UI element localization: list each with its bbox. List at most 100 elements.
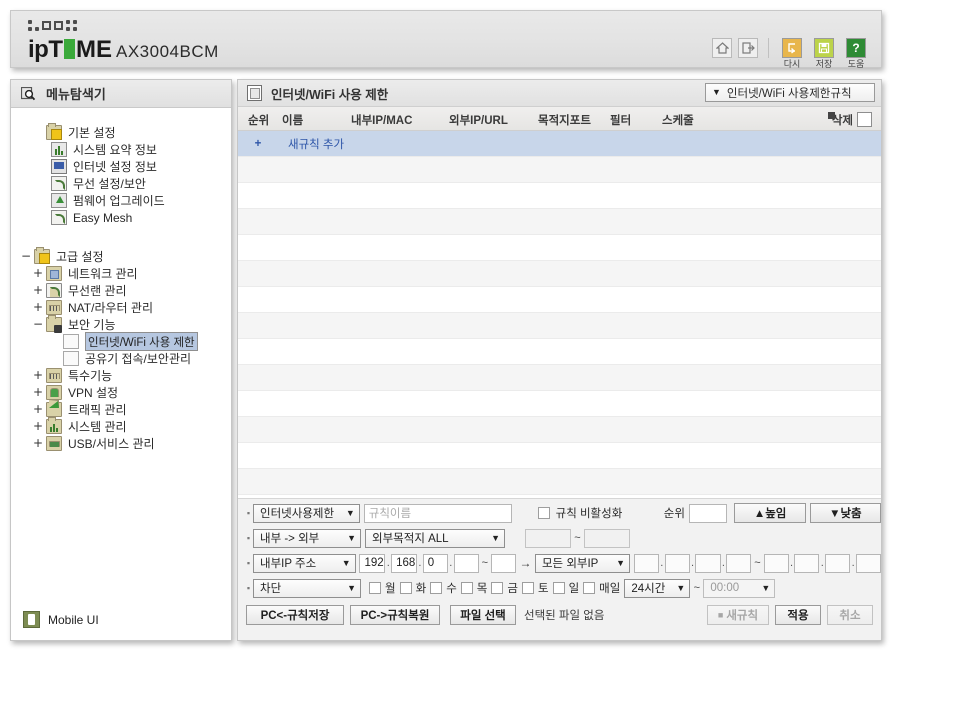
action-select[interactable]: 차단 ▼ <box>253 578 361 598</box>
end-time-select[interactable]: 00:00 ▼ <box>703 578 776 598</box>
rule-disable-checkbox[interactable] <box>537 507 550 519</box>
rank-up-button[interactable]: ▲높임 <box>734 503 806 523</box>
sidebar-item-vpn[interactable]: + VPN 설정 <box>33 384 231 401</box>
sidebar-item-internet-info[interactable]: 인터넷 설정 정보 <box>33 158 231 175</box>
table-column-header: 순위 이름 내부IP/MAC 외부IP/URL 목적지포트 필터 스케줄 삭제 <box>238 107 881 131</box>
external-ip-from-octet-3[interactable] <box>695 553 721 573</box>
external-ip-from-octet-4[interactable] <box>726 553 752 573</box>
help-button[interactable]: ? 도움 <box>843 38 869 69</box>
sidebar-group-advanced[interactable]: − 고급 설정 <box>21 247 231 265</box>
direction-select[interactable]: 내부 -> 외부 ▼ <box>253 528 361 548</box>
sidebar-item-security[interactable]: − 보안 기능 <box>33 315 231 333</box>
mobile-ui-link[interactable]: Mobile UI <box>23 611 99 628</box>
save-button[interactable]: 저장 <box>811 38 837 69</box>
add-rule-row[interactable]: + 새규칙 추가 <box>238 131 881 157</box>
sidebar-item-traffic[interactable]: + 트래픽 관리 <box>33 400 231 418</box>
row-bullet-icon: ▪ <box>246 583 251 593</box>
sidebar-item-system-summary[interactable]: 시스템 요약 정보 <box>33 141 231 158</box>
expander-system[interactable]: + <box>33 420 43 432</box>
destination-value: 외부목적지 ALL <box>372 533 449 545</box>
sidebar-item-firmware-upgrade-label: 펌웨어 업그레이드 <box>73 194 165 208</box>
form-row-1: ▪ 인터넷사용제한 ▼ 규칙이름 규칙 비활성화 순위 ▲높임 ▼낮춤 <box>244 502 882 524</box>
day-checkbox-mon[interactable] <box>369 582 381 594</box>
logout-icon[interactable] <box>738 38 758 58</box>
expander-wlan[interactable]: + <box>33 284 43 296</box>
expander-vpn[interactable]: + <box>33 386 43 398</box>
sidebar-item-nat-router[interactable]: + NAT/라우터 관리 <box>33 299 231 316</box>
apply-button[interactable]: 적용 <box>775 605 821 625</box>
internal-ip-octet-1[interactable]: 192 <box>359 553 386 573</box>
page-icon <box>63 334 79 349</box>
sidebar-item-router-access-security[interactable]: 공유기 접속/보안관리 <box>33 350 231 367</box>
rank-down-button[interactable]: ▼낮춤 <box>809 503 882 523</box>
destination-select[interactable]: 외부목적지 ALL ▼ <box>365 528 505 548</box>
address-type-select[interactable]: 내부IP 주소 ▼ <box>253 553 356 573</box>
day-checkbox-wed[interactable] <box>430 582 443 594</box>
expander-traffic[interactable]: + <box>33 403 43 415</box>
file-select-button[interactable]: 파일 선택 <box>450 605 516 625</box>
sidebar-item-system-mgmt[interactable]: + 시스템 관리 <box>33 417 231 435</box>
hours-select[interactable]: 24시간 ▼ <box>624 578 691 598</box>
table-row <box>238 313 881 339</box>
sidebar-item-wireless-security-label: 무선 설정/보안 <box>73 177 146 191</box>
external-ip-to-octet-4[interactable] <box>855 553 882 573</box>
expander-advanced[interactable]: − <box>21 250 31 262</box>
network-icon <box>46 266 62 281</box>
cancel-button[interactable]: 취소 <box>827 605 873 625</box>
sidebar-item-usb-service[interactable]: + USB/서비스 관리 <box>33 435 231 452</box>
port-range-tilde: ~ <box>574 532 581 544</box>
sidebar-item-internet-info-label: 인터넷 설정 정보 <box>73 160 157 174</box>
sidebar-item-wlan-mgmt-label: 무선랜 관리 <box>68 284 127 298</box>
chevron-down-icon: ▼ <box>347 532 356 543</box>
new-rule-button[interactable]: ■ 새규칙 <box>707 605 769 625</box>
reload-button[interactable]: 다시 <box>779 38 805 69</box>
internal-ip-octet-2[interactable]: 168 <box>391 553 418 573</box>
external-ip-from-octet-2[interactable] <box>664 553 690 573</box>
select-all-checkbox[interactable] <box>857 112 872 127</box>
sidebar-item-internet-wifi-restriction[interactable]: 인터넷/WiFi 사용 제한 <box>33 332 231 351</box>
rank-input[interactable] <box>688 503 727 523</box>
restriction-type-select[interactable]: 인터넷사용제한 ▼ <box>253 503 360 523</box>
rule-name-input[interactable]: 규칙이름 <box>363 503 512 523</box>
day-checkbox-tue[interactable] <box>399 582 412 594</box>
expander-special[interactable]: + <box>33 369 43 381</box>
column-filter: 필터 <box>610 115 632 127</box>
time-tilde: ~ <box>693 582 701 594</box>
port-to-input[interactable] <box>584 528 630 548</box>
day-checkbox-everyday[interactable] <box>583 582 596 594</box>
sidebar-group-basic[interactable]: 기본 설정 <box>33 123 231 141</box>
sidebar-item-firmware-upgrade[interactable]: 펌웨어 업그레이드 <box>33 192 231 209</box>
sidebar-item-special-features[interactable]: + 특수기능 <box>33 367 231 384</box>
rule-type-select[interactable]: ▼ 인터넷/WiFi 사용제한규칙 <box>705 83 875 102</box>
expander-nat[interactable]: + <box>33 301 43 313</box>
sidebar-item-easy-mesh[interactable]: Easy Mesh <box>33 209 231 226</box>
brand-prefix: ip <box>28 36 49 63</box>
sidebar-item-network-mgmt[interactable]: + 네트워크 관리 <box>33 265 231 282</box>
internal-ip-range-end[interactable] <box>490 553 517 573</box>
day-checkbox-sun[interactable] <box>552 582 565 594</box>
table-row <box>238 235 881 261</box>
day-checkbox-sat[interactable] <box>521 582 534 594</box>
day-checkbox-thu[interactable] <box>460 582 473 594</box>
internal-ip-octet-4[interactable] <box>453 553 479 573</box>
table-row <box>238 261 881 287</box>
sidebar-item-special-features-label: 특수기능 <box>68 369 113 383</box>
backup-rules-button[interactable]: PC<-규칙저장 <box>246 605 344 625</box>
table-row <box>238 417 881 443</box>
external-ip-to-octet-1[interactable] <box>763 553 789 573</box>
external-ip-to-octet-2[interactable] <box>794 553 820 573</box>
expander-network[interactable]: + <box>33 267 43 279</box>
sidebar-item-wireless-security[interactable]: 무선 설정/보안 <box>33 175 231 192</box>
port-from-input[interactable] <box>525 528 571 548</box>
restore-rules-button[interactable]: PC->규칙복원 <box>350 605 440 625</box>
internal-ip-octet-3[interactable]: 0 <box>422 553 448 573</box>
external-ip-select[interactable]: 모든 외부IP ▼ <box>534 553 631 573</box>
sidebar-item-wlan-mgmt[interactable]: + 무선랜 관리 <box>33 282 231 299</box>
external-ip-to-octet-3[interactable] <box>825 553 851 573</box>
expander-security[interactable]: − <box>33 318 43 330</box>
external-ip-from-octet-1[interactable] <box>633 553 659 573</box>
expander-usb[interactable]: + <box>33 437 43 449</box>
day-checkbox-fri[interactable] <box>491 582 504 594</box>
delete-marker-icon <box>828 112 835 119</box>
home-icon[interactable] <box>712 38 732 58</box>
